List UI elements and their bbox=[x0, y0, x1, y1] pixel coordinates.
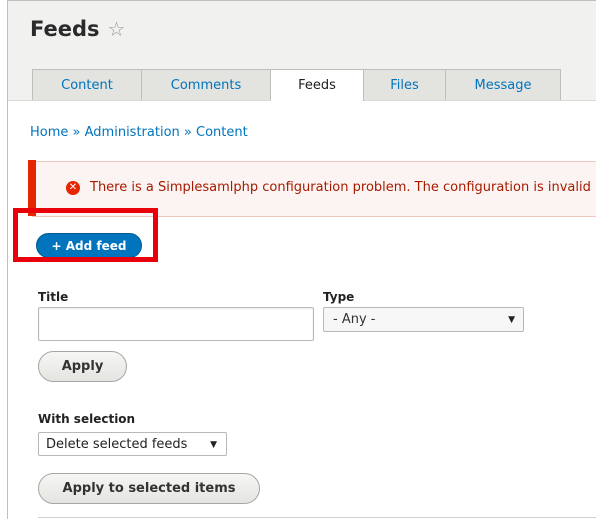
breadcrumb-separator: » bbox=[183, 125, 192, 140]
type-filter-label: Type bbox=[323, 290, 355, 304]
annotation-highlight-box bbox=[13, 208, 158, 262]
type-filter-value: - Any - bbox=[333, 312, 376, 327]
page-title-text: Feeds bbox=[30, 17, 100, 41]
breadcrumb: Home » Administration » Content bbox=[30, 125, 248, 140]
tab-bar: Content Comments Feeds Files Message bbox=[32, 69, 561, 101]
breadcrumb-home[interactable]: Home bbox=[30, 125, 68, 140]
tab-content[interactable]: Content bbox=[32, 69, 142, 100]
divider bbox=[38, 517, 596, 518]
bulk-action-value: Delete selected feeds bbox=[46, 436, 188, 452]
page-header: Feeds ☆ Content Comments Feeds Files Mes… bbox=[8, 1, 596, 101]
with-selection-label: With selection bbox=[38, 412, 136, 426]
breadcrumb-content[interactable]: Content bbox=[196, 125, 248, 140]
tab-message[interactable]: Message bbox=[446, 69, 561, 100]
title-filter-label: Title bbox=[38, 290, 69, 304]
error-message-text: There is a Simplesamlphp configuration p… bbox=[90, 180, 591, 195]
type-filter-select[interactable]: - Any - ▼ bbox=[323, 307, 524, 332]
star-icon[interactable]: ☆ bbox=[108, 17, 126, 41]
error-message-content: ✕ There is a Simplesamlphp configuration… bbox=[66, 180, 591, 195]
chevron-down-icon: ▼ bbox=[210, 440, 217, 450]
bulk-action-select[interactable]: Delete selected feeds ▼ bbox=[38, 432, 227, 456]
apply-to-selected-button[interactable]: Apply to selected items bbox=[38, 473, 260, 504]
title-filter-input[interactable] bbox=[38, 307, 314, 341]
error-icon: ✕ bbox=[66, 180, 80, 195]
tab-files[interactable]: Files bbox=[364, 69, 446, 100]
breadcrumb-separator: » bbox=[72, 125, 81, 140]
breadcrumb-administration[interactable]: Administration bbox=[85, 125, 180, 140]
apply-filter-button[interactable]: Apply bbox=[38, 351, 127, 382]
chevron-down-icon: ▼ bbox=[508, 315, 515, 325]
tab-comments[interactable]: Comments bbox=[142, 69, 271, 100]
tab-feeds[interactable]: Feeds bbox=[271, 69, 364, 101]
page-title: Feeds ☆ bbox=[30, 17, 125, 41]
